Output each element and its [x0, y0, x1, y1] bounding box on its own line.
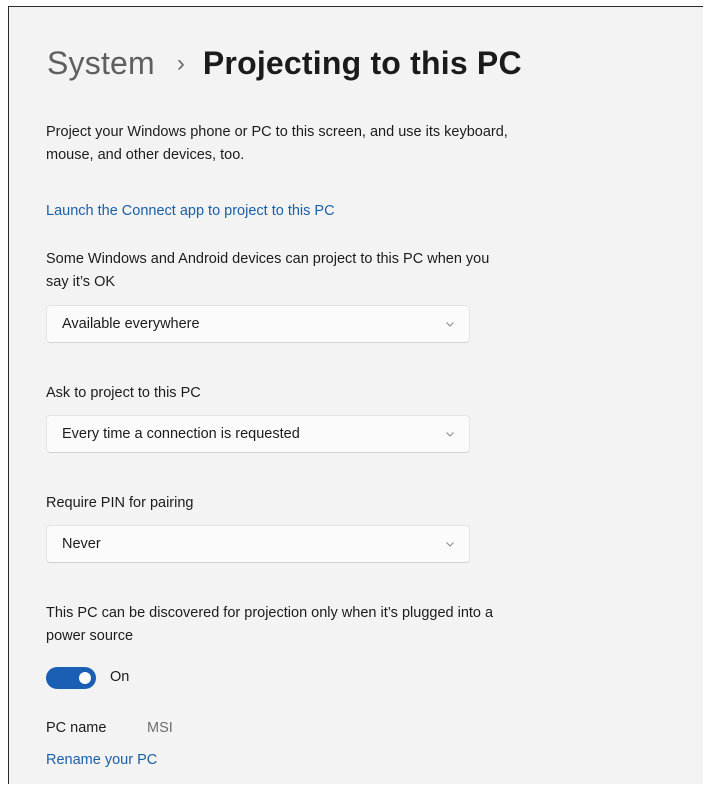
chevron-down-icon — [446, 542, 454, 547]
availability-label-line-1: Some Windows and Android devices can pro… — [46, 251, 490, 267]
page-description-line-1: Project your Windows phone or PC to this… — [46, 124, 508, 140]
page-title: Projecting to this PC — [202, 45, 522, 81]
page-description: Project your Windows phone or PC to this… — [46, 121, 508, 167]
launch-connect-app-link[interactable]: Launch the Connect app to project to thi… — [46, 203, 335, 219]
require-pin-dropdown[interactable]: Never — [46, 525, 470, 563]
power-source-toggle[interactable] — [46, 667, 96, 689]
ask-to-project-label: Ask to project to this PC — [46, 385, 201, 401]
settings-window: System › Projecting to this PC Project y… — [8, 6, 703, 784]
toggle-knob — [79, 672, 91, 684]
availability-label-line-2: say it’s OK — [46, 274, 116, 290]
breadcrumb-system[interactable]: System — [47, 45, 155, 82]
page-description-line-2: mouse, and other devices, too. — [46, 147, 245, 163]
chevron-down-icon — [446, 322, 454, 327]
ask-to-project-dropdown[interactable]: Every time a connection is requested — [46, 415, 470, 453]
breadcrumb: System › Projecting to this PC — [47, 45, 522, 82]
power-source-toggle-state: On — [110, 669, 130, 685]
availability-dropdown-value: Available everywhere — [62, 316, 200, 332]
ask-to-project-dropdown-value: Every time a connection is requested — [62, 426, 300, 442]
power-source-label-line-2: power source — [46, 628, 134, 644]
power-source-label: This PC can be discovered for projection… — [46, 602, 493, 648]
require-pin-label: Require PIN for pairing — [46, 495, 194, 511]
pc-name-value: MSI — [147, 720, 173, 736]
availability-dropdown[interactable]: Available everywhere — [46, 305, 470, 343]
rename-pc-link[interactable]: Rename your PC — [46, 752, 157, 768]
breadcrumb-separator-icon: › — [176, 50, 185, 77]
chevron-down-icon — [446, 432, 454, 437]
availability-label: Some Windows and Android devices can pro… — [46, 248, 489, 294]
require-pin-dropdown-value: Never — [62, 536, 101, 552]
power-source-label-line-1: This PC can be discovered for projection… — [46, 605, 494, 621]
pc-name-label: PC name — [46, 720, 107, 736]
